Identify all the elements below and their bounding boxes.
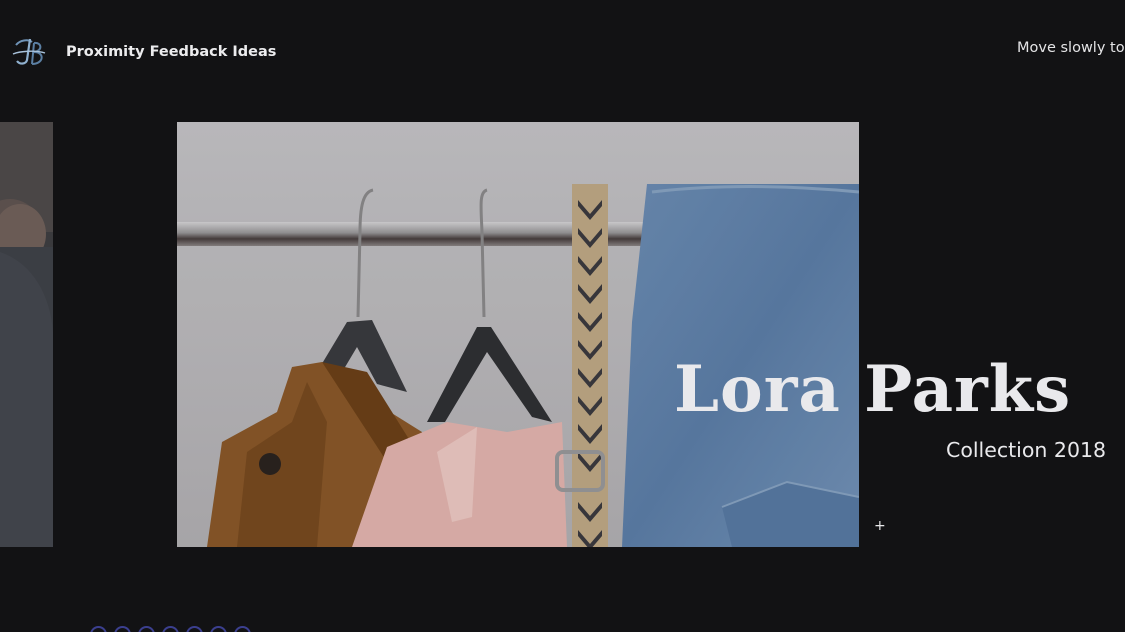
pagination-dot[interactable] [162,626,179,632]
pagination-dot[interactable] [138,626,155,632]
pagination-dot[interactable] [234,626,251,632]
main-slide-image[interactable] [177,122,859,547]
page: Proximity Feedback Ideas Move slowly to [0,0,1125,632]
slider-pagination [90,626,251,632]
pagination-dot[interactable] [210,626,227,632]
header: Proximity Feedback Ideas Move slowly to [0,0,1125,100]
monogram-logo-icon[interactable] [10,34,48,68]
hint-text: Move slowly to [1017,40,1125,56]
site-title[interactable]: Proximity Feedback Ideas [66,44,276,60]
slide-title: Lora Parks [674,352,1072,427]
clothing-rack-photo [177,122,859,547]
previous-slide[interactable] [0,122,53,547]
slide-subtitle: Collection 2018 [946,438,1107,462]
pagination-dot[interactable] [90,626,107,632]
pagination-dot[interactable] [114,626,131,632]
cursor-crosshair-icon: + [874,518,886,534]
pagination-dot[interactable] [186,626,203,632]
